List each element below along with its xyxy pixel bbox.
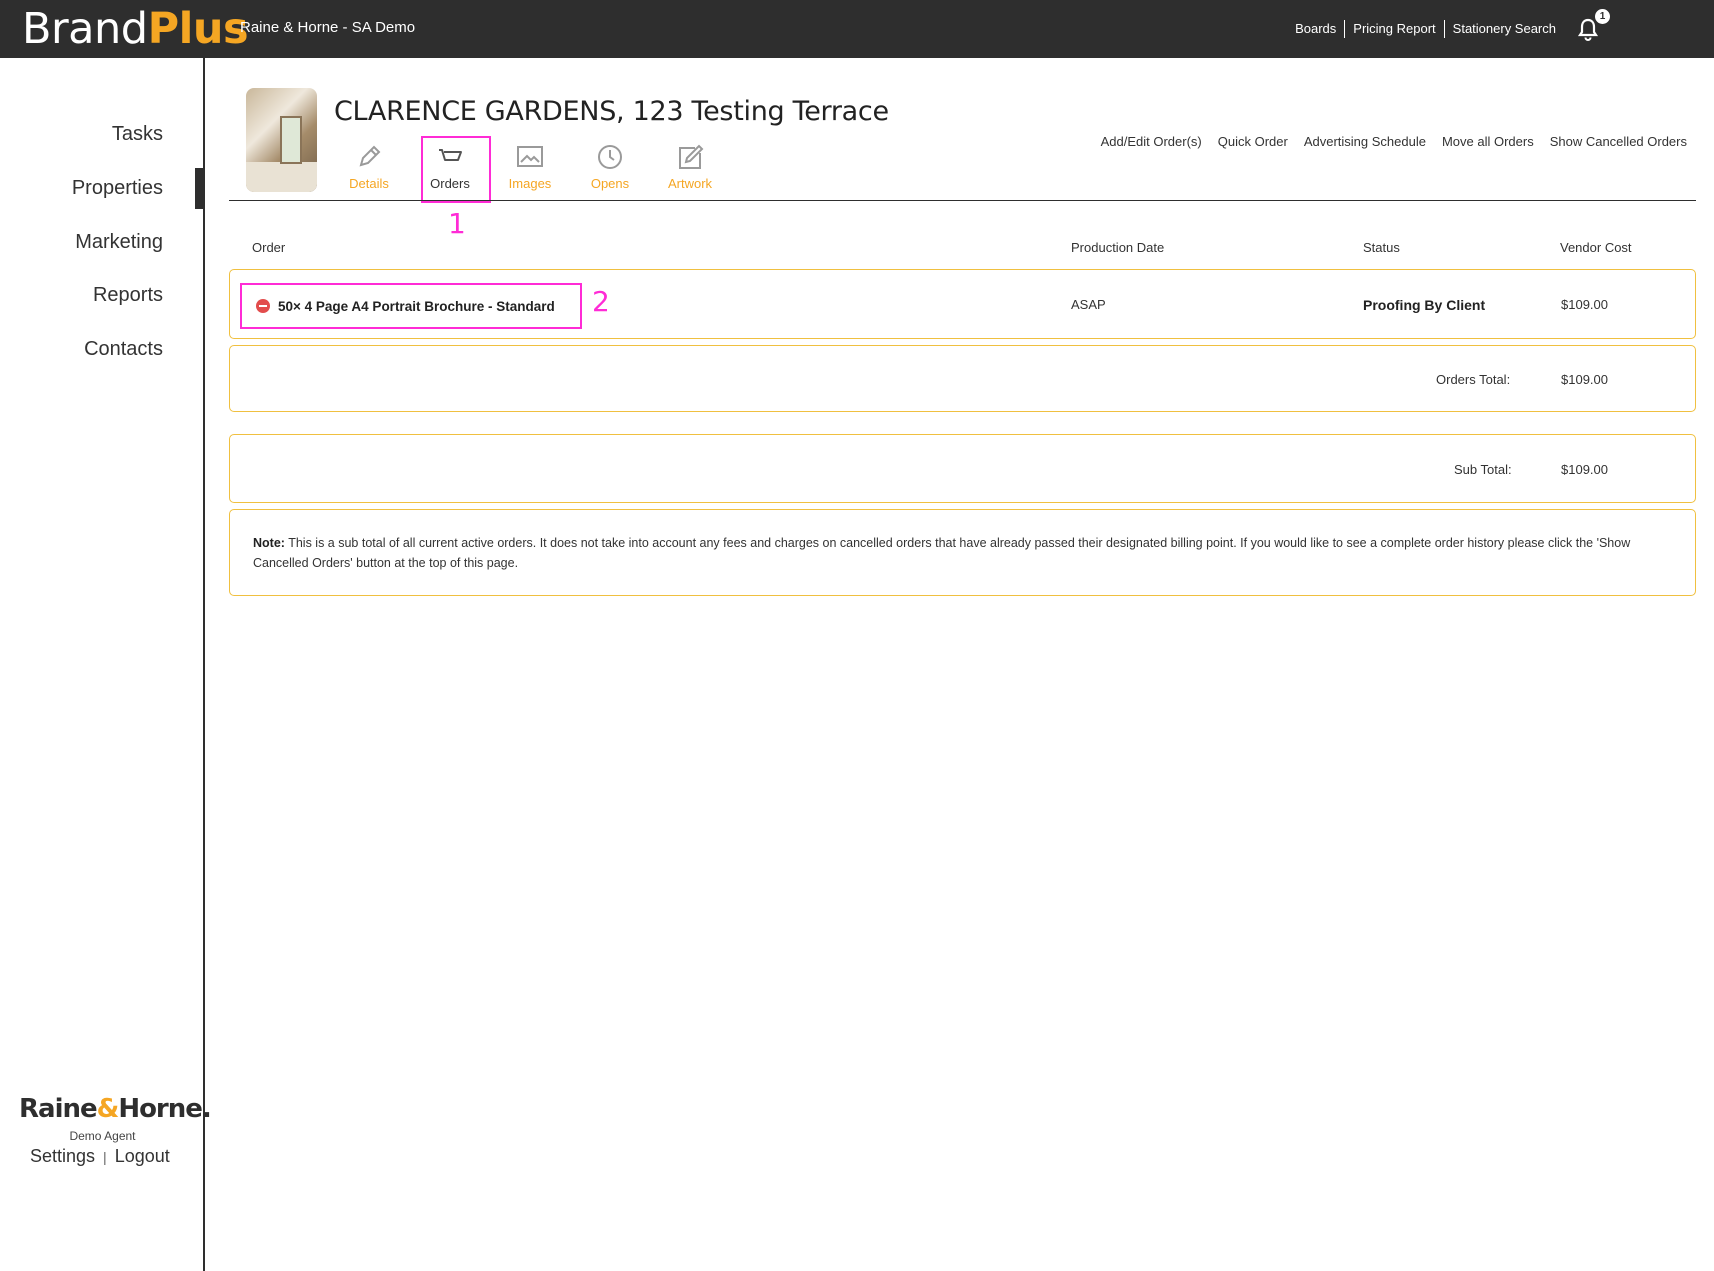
logo-brand-text: Brand [22, 4, 148, 54]
top-nav: Boards Pricing Report Stationery Search [1287, 20, 1564, 38]
top-bar: BrandPlus Raine & Horne - SA Demo Boards… [0, 0, 1714, 58]
tab-artwork[interactable]: Artwork [655, 136, 725, 202]
order-vendor-cost: $109.00 [1561, 297, 1608, 312]
orders-total-value: $109.00 [1561, 372, 1608, 387]
orders-total-label: Orders Total: [1436, 372, 1511, 387]
order-name[interactable]: 50× 4 Page A4 Portrait Brochure - Standa… [278, 299, 555, 314]
nav-pricing-report[interactable]: Pricing Report [1344, 20, 1443, 38]
quick-order-link[interactable]: Quick Order [1218, 134, 1288, 149]
order-status: Proofing By Client [1363, 297, 1486, 313]
annotation-1: 1 [448, 207, 466, 240]
col-production-date: Production Date [1071, 240, 1165, 255]
account-links: Settings | Logout [30, 1146, 170, 1167]
show-cancelled-orders-link[interactable]: Show Cancelled Orders [1550, 134, 1687, 149]
sidebar-item-contacts[interactable]: Contacts [84, 338, 163, 361]
office-name: Raine & Horne - SA Demo [240, 19, 416, 36]
tab-details-label: Details [349, 176, 389, 191]
sidebar: Tasks Properties Marketing Reports Conta… [0, 58, 205, 1271]
col-vendor-cost: Vendor Cost [1560, 240, 1632, 255]
sidebar-item-reports[interactable]: Reports [93, 284, 163, 307]
note-label: Note: [253, 536, 285, 550]
rh-logo-horne: Horne. [118, 1094, 211, 1124]
add-edit-orders-link[interactable]: Add/Edit Order(s) [1101, 134, 1202, 149]
photo-floor [246, 162, 317, 192]
advertising-schedule-link[interactable]: Advertising Schedule [1304, 134, 1426, 149]
annotation-2: 2 [592, 285, 610, 318]
logo-plus-text: Plus [147, 4, 249, 54]
pencil-icon [359, 145, 381, 167]
property-photo[interactable] [246, 88, 317, 192]
move-all-orders-link[interactable]: Move all Orders [1442, 134, 1534, 149]
image-icon [517, 146, 543, 167]
logout-link[interactable]: Logout [115, 1146, 170, 1166]
notification-badge: 1 [1595, 9, 1610, 24]
sub-total-label: Sub Total: [1454, 462, 1512, 477]
rh-logo-raine: Raine [19, 1094, 98, 1124]
brandplus-logo[interactable]: BrandPlus [22, 4, 249, 54]
sub-total-value: $109.00 [1561, 462, 1608, 477]
clock-icon [598, 145, 622, 169]
tab-artwork-label: Artwork [667, 176, 713, 191]
agent-name: Demo Agent [69, 1129, 136, 1143]
col-order: Order [252, 240, 286, 255]
settings-link[interactable]: Settings [30, 1146, 95, 1166]
order-name-cell[interactable]: 50× 4 Page A4 Portrait Brochure - Standa… [240, 283, 582, 329]
note-body: This is a sub total of all current activ… [253, 536, 1631, 570]
tab-images-label: Images [508, 176, 552, 191]
edit-square-icon [679, 144, 704, 169]
account-separator: | [103, 1149, 107, 1165]
nav-boards[interactable]: Boards [1287, 20, 1344, 38]
property-actions: Add/Edit Order(s) Quick Order Advertisin… [1085, 134, 1687, 149]
tab-images[interactable]: Images [495, 136, 565, 202]
sidebar-item-marketing[interactable]: Marketing [75, 231, 163, 254]
photo-window [280, 116, 302, 164]
sidebar-active-indicator [195, 168, 205, 209]
rh-logo-amp: & [96, 1094, 120, 1124]
nav-stationery-search[interactable]: Stationery Search [1443, 20, 1564, 38]
tab-opens-label: Opens [590, 176, 630, 191]
remove-order-icon[interactable] [256, 299, 270, 313]
raine-horne-logo: Raine&Horne. [19, 1094, 212, 1124]
sidebar-item-properties[interactable]: Properties [72, 177, 163, 200]
header-divider [229, 200, 1696, 201]
property-title: CLARENCE GARDENS, 123 Testing Terrace [334, 96, 889, 127]
sidebar-item-tasks[interactable]: Tasks [112, 123, 163, 146]
note-text: Note: This is a sub total of all current… [253, 533, 1673, 573]
order-production-date: ASAP [1071, 297, 1106, 312]
col-status: Status [1363, 240, 1400, 255]
tab-details[interactable]: Details [334, 136, 404, 202]
orders-tab-highlight [421, 136, 491, 203]
tab-opens[interactable]: Opens [575, 136, 645, 202]
